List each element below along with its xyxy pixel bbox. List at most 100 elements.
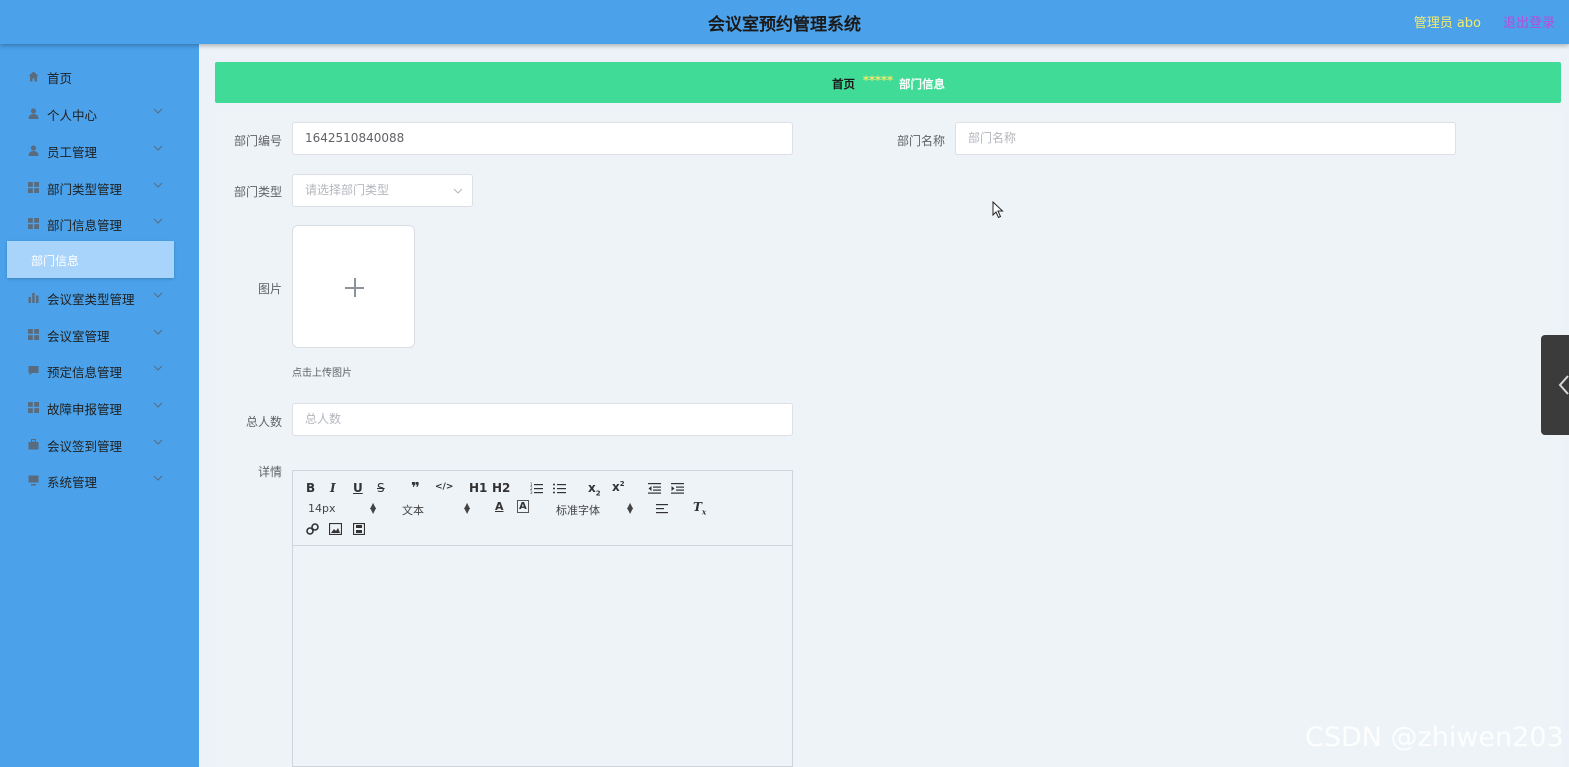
side-panel-toggle[interactable] xyxy=(1541,335,1569,435)
strike-icon[interactable]: S xyxy=(377,481,385,495)
dept-type-select[interactable]: 请选择部门类型 xyxy=(292,174,473,207)
bullet-list-icon[interactable] xyxy=(553,482,566,494)
sidebar-item-dept-type[interactable]: 部门类型管理 xyxy=(0,169,199,205)
sidebar-item-label: 预定信息管理 xyxy=(47,365,123,380)
bold-icon[interactable]: B xyxy=(306,481,315,495)
upload-tip: 点击上传图片 xyxy=(292,368,352,379)
dept-type-label: 部门类型 xyxy=(233,185,282,199)
chevron-down-icon xyxy=(153,475,163,481)
plus-icon xyxy=(354,278,356,297)
grid-icon xyxy=(28,402,39,413)
dept-name-input[interactable]: 部门名称 xyxy=(955,122,1456,155)
indent-icon[interactable] xyxy=(671,482,684,494)
select-arrows-icon: ▲ ▼ xyxy=(464,501,471,515)
logout-link[interactable]: 退出登录 xyxy=(1503,12,1555,31)
message-icon xyxy=(28,366,39,376)
bar-chart-icon xyxy=(28,293,39,303)
chevron-down-icon xyxy=(153,292,163,298)
sidebar-item-label: 会议室类型管理 xyxy=(47,292,135,307)
sidebar-item-booking[interactable]: 预定信息管理 xyxy=(0,352,199,388)
sidebar-item-room-type[interactable]: 会议室类型管理 xyxy=(0,279,199,315)
briefcase-icon xyxy=(28,439,39,450)
h2-icon[interactable]: H2 xyxy=(492,481,510,495)
dept-no-input[interactable]: 1642510840088 xyxy=(292,122,793,155)
align-icon[interactable] xyxy=(656,503,668,514)
detail-label: 详情 xyxy=(257,465,282,479)
link-icon[interactable] xyxy=(306,523,319,535)
italic-icon[interactable]: I xyxy=(330,481,336,495)
image-label: 图片 xyxy=(257,282,282,296)
sidebar-item-label: 故障申报管理 xyxy=(47,402,123,417)
h1-icon[interactable]: H1 xyxy=(469,481,487,495)
admin-user-label: 管理员 abo xyxy=(1413,16,1481,31)
select-arrows-icon: ▲ ▼ xyxy=(627,501,634,515)
outdent-icon[interactable] xyxy=(648,482,661,494)
superscript-icon[interactable]: x2 xyxy=(612,480,625,494)
grid-icon xyxy=(28,329,39,340)
image-icon[interactable] xyxy=(329,523,342,535)
dept-no-label: 部门编号 xyxy=(233,134,282,148)
dept-type-placeholder: 请选择部门类型 xyxy=(305,183,390,197)
blockquote-icon[interactable]: ❞ xyxy=(411,479,420,497)
sidebar-item-label: 会议室管理 xyxy=(47,329,110,344)
sidebar-item-label: 系统管理 xyxy=(47,475,98,490)
clear-format-icon[interactable]: Tx xyxy=(693,500,706,516)
sidebar-item-label: 个人中心 xyxy=(47,108,98,123)
home-icon xyxy=(28,71,39,82)
chevron-left-icon xyxy=(1558,375,1569,395)
total-input[interactable]: 总人数 xyxy=(292,403,793,436)
sidebar-item-label: 部门信息管理 xyxy=(47,218,123,233)
grid-icon xyxy=(28,218,39,229)
font-family-select[interactable]: 标准字体 ▲ ▼ xyxy=(556,502,636,518)
breadcrumb: 首页 ***** 部门信息 xyxy=(215,62,1561,103)
breadcrumb-current: 部门信息 xyxy=(899,77,945,91)
sidebar-subitem-dept-info[interactable]: 部门信息 xyxy=(7,241,174,278)
sidebar-subitem-label: 部门信息 xyxy=(31,254,80,268)
select-arrows-icon: ▲ ▼ xyxy=(370,501,377,515)
sidebar-item-employee[interactable]: 员工管理 xyxy=(0,132,199,168)
grid-icon xyxy=(28,182,39,193)
monitor-icon xyxy=(28,475,39,486)
header-select[interactable]: 文本 ▲ ▼ xyxy=(402,502,472,518)
subscript-icon[interactable]: x2 xyxy=(588,481,601,497)
font-color-icon[interactable]: A xyxy=(495,500,504,513)
app-title: 会议室预约管理系统 xyxy=(708,15,861,35)
top-bar: 会议室预约管理系统 管理员 abo 退出登录 xyxy=(0,0,1569,44)
chevron-down-icon xyxy=(153,108,163,114)
sidebar-item-personal-center[interactable]: 个人中心 xyxy=(0,95,199,131)
underline-icon[interactable]: U xyxy=(353,481,363,495)
rich-text-editor: B I U S ❞ </> H1 H2 123 x2 x2 14px ▲ ▼ 文本… xyxy=(292,470,793,767)
mouse-cursor-icon xyxy=(992,201,1004,219)
sidebar-item-label: 员工管理 xyxy=(47,145,98,160)
editor-toolbar: B I U S ❞ </> H1 H2 123 x2 x2 14px ▲ ▼ 文本… xyxy=(293,471,792,546)
sidebar-item-room[interactable]: 会议室管理 xyxy=(0,316,199,352)
total-label: 总人数 xyxy=(245,415,282,429)
chevron-down-icon xyxy=(153,329,163,335)
chevron-up-icon xyxy=(153,218,163,224)
watermark: CSDN @zhiwen203 xyxy=(1305,722,1564,753)
chevron-down-icon xyxy=(153,182,163,188)
sidebar-item-dept-info[interactable]: 部门信息管理 xyxy=(0,205,199,241)
sidebar-item-label: 部门类型管理 xyxy=(47,182,123,197)
ordered-list-icon[interactable]: 123 xyxy=(530,482,543,494)
background-color-icon[interactable]: A xyxy=(517,500,529,513)
sidebar-item-home[interactable]: 首页 xyxy=(0,58,199,94)
sidebar-item-system[interactable]: 系统管理 xyxy=(0,462,199,498)
sidebar-item-checkin[interactable]: 会议签到管理 xyxy=(0,426,199,462)
image-upload-button[interactable] xyxy=(292,225,415,348)
font-family-value: 标准字体 xyxy=(556,504,600,517)
sidebar-item-fault-report[interactable]: 故障申报管理 xyxy=(0,389,199,425)
user-icon xyxy=(28,108,39,119)
font-size-select[interactable]: 14px ▲ ▼ xyxy=(308,501,378,516)
svg-text:3: 3 xyxy=(530,490,533,494)
font-size-value: 14px xyxy=(308,502,336,515)
video-icon[interactable] xyxy=(353,523,365,535)
header-select-value: 文本 xyxy=(402,504,424,517)
chevron-down-icon xyxy=(153,439,163,445)
sidebar-item-label: 首页 xyxy=(47,71,73,86)
code-block-icon[interactable]: </> xyxy=(435,482,453,492)
chevron-down-icon xyxy=(153,145,163,151)
sidebar-item-label: 会议签到管理 xyxy=(47,439,123,454)
sidebar: 首页 个人中心 员工管理 部门类型管理 部门信息管理 部门信息 会议室类型管理 … xyxy=(0,44,199,767)
breadcrumb-home[interactable]: 首页 xyxy=(832,76,855,92)
